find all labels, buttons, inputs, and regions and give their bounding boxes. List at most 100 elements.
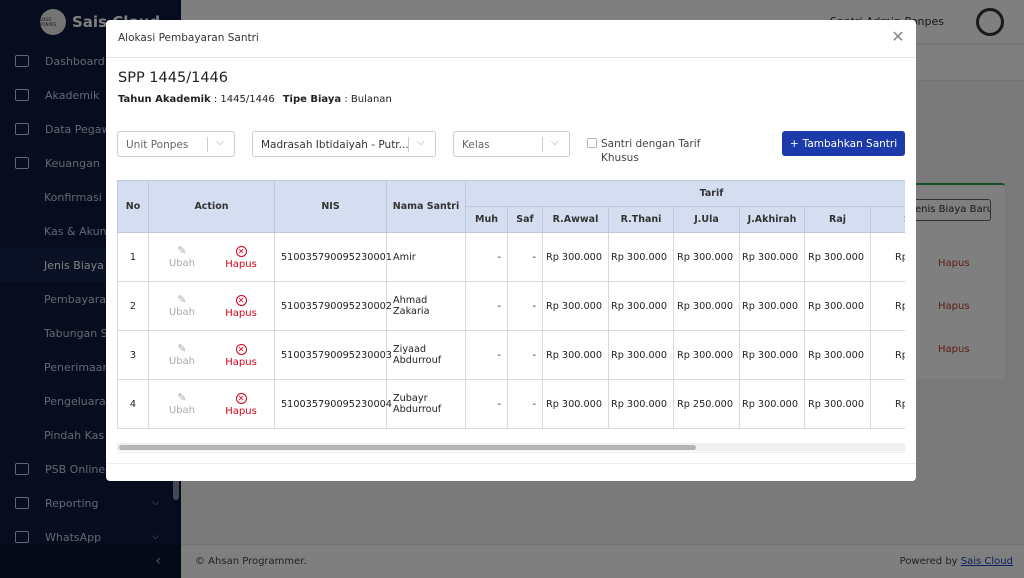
cell-tarif: Rp 300.000 bbox=[673, 330, 740, 380]
checkbox[interactable] bbox=[587, 138, 597, 148]
edit-button[interactable]: ✎ Ubah bbox=[160, 342, 204, 367]
col-nama: Nama Santri bbox=[386, 180, 466, 233]
cell-tarif: - bbox=[507, 232, 543, 282]
unit-select-value: Unit Ponpes bbox=[126, 139, 189, 151]
allocation-table: No Action NIS Nama Santri Tarif Muh Saf R.… bbox=[117, 180, 905, 429]
col-tarif-month: R.Awwal bbox=[542, 206, 609, 233]
cell-nis: 510035790095230002 bbox=[274, 281, 392, 331]
table-row: 3 ✎ Ubah ✕ Hapus 510035790095230003 Ziyaad … bbox=[117, 330, 905, 380]
cell-nama: Amir bbox=[386, 232, 466, 282]
unit-select[interactable]: Unit Ponpes ⌵ bbox=[117, 131, 235, 157]
cell-tarif: Rp 300.000 bbox=[608, 232, 674, 282]
delete-button[interactable]: ✕ Hapus bbox=[219, 344, 263, 368]
modal-title: Alokasi Pembayaran Santri bbox=[118, 32, 259, 44]
cell-tarif: - bbox=[507, 281, 543, 331]
delete-button[interactable]: ✕ Hapus bbox=[219, 393, 263, 417]
cell-tarif: Rp 300.000 bbox=[542, 281, 609, 331]
edit-label: Ubah bbox=[168, 258, 196, 269]
cell-action: ✎ Ubah ✕ Hapus bbox=[148, 379, 275, 429]
edit-button[interactable]: ✎ Ubah bbox=[160, 293, 204, 318]
cell-tarif: - bbox=[465, 281, 508, 331]
edit-button[interactable]: ✎ Ubah bbox=[160, 391, 204, 416]
close-icon[interactable]: ✕ bbox=[890, 29, 906, 45]
x-circle-icon: ✕ bbox=[235, 295, 247, 306]
delete-button[interactable]: ✕ Hapus bbox=[219, 295, 263, 319]
cell-tarif: Rp 300.000 bbox=[673, 281, 740, 331]
col-tarif-month: J.Akhirah bbox=[739, 206, 805, 233]
tahun-label: Tahun Akademik bbox=[118, 94, 211, 105]
add-santri-button[interactable]: + Tambahkan Santri bbox=[782, 131, 905, 156]
pencil-icon: ✎ bbox=[177, 342, 187, 355]
edit-button[interactable]: ✎ Ubah bbox=[160, 244, 204, 269]
cell-tarif: Rp 300.000 bbox=[542, 232, 609, 282]
tahun-value: : 1445/1446 bbox=[210, 94, 275, 105]
add-santri-label: Tambahkan Santri bbox=[802, 137, 898, 150]
fee-meta: Tahun Akademik : 1445/1446 Tipe Biaya : B… bbox=[118, 94, 392, 105]
cell-action: ✎ Ubah ✕ Hapus bbox=[148, 330, 275, 380]
cell-no: 3 bbox=[117, 330, 149, 380]
cell-tarif: - bbox=[507, 379, 543, 429]
cell-tarif: Rp 300.000 bbox=[608, 330, 674, 380]
delete-button[interactable]: ✕ Hapus bbox=[219, 246, 263, 270]
cell-tarif: Rp 300.000 bbox=[804, 379, 871, 429]
cell-tarif: Rp 300.000 bbox=[804, 330, 871, 380]
cell-nis: 510035790095230004 bbox=[274, 379, 392, 429]
cell-nis: 510035790095230003 bbox=[274, 330, 392, 380]
kelas-select[interactable]: Kelas ⌵ bbox=[453, 131, 570, 157]
x-circle-icon: ✕ bbox=[235, 246, 247, 257]
table-row: 1 ✎ Ubah ✕ Hapus 510035790095230001 Amir - - R… bbox=[117, 232, 905, 282]
pencil-icon: ✎ bbox=[177, 391, 187, 404]
plus-icon: + bbox=[789, 137, 799, 150]
col-tarif-month: Muh bbox=[465, 206, 508, 233]
cell-tarif: Rp 300.000 bbox=[870, 379, 905, 429]
cell-no: 2 bbox=[117, 281, 149, 331]
scrollbar-thumb[interactable] bbox=[119, 445, 696, 450]
cell-nama: Ziyaad Abdurrouf bbox=[386, 330, 466, 380]
cell-tarif: - bbox=[465, 330, 508, 380]
allocation-modal: Alokasi Pembayaran Santri ✕ SPP 1445/144… bbox=[106, 20, 916, 481]
table-row: 2 ✎ Ubah ✕ Hapus 510035790095230002 Ahmad Z… bbox=[117, 281, 905, 331]
pencil-icon: ✎ bbox=[177, 244, 187, 257]
special-rate-label: Santri dengan Tarif Khusus bbox=[601, 138, 701, 164]
edit-label: Ubah bbox=[168, 405, 196, 416]
table-row: 4 ✎ Ubah ✕ Hapus 510035790095230004 Zubayr … bbox=[117, 379, 905, 429]
col-no: No bbox=[117, 180, 149, 233]
cell-tarif: Rp 300.000 bbox=[870, 330, 905, 380]
cell-tarif: - bbox=[465, 232, 508, 282]
col-tarif-month: Sha bbox=[870, 206, 905, 233]
chevron-down-icon: ⌵ bbox=[216, 137, 224, 148]
x-circle-icon: ✕ bbox=[235, 344, 247, 355]
col-tarif-month: J.Ula bbox=[673, 206, 740, 233]
allocation-table-container[interactable]: No Action NIS Nama Santri Tarif Muh Saf R.… bbox=[117, 180, 905, 453]
tipe-label: Tipe Biaya bbox=[282, 94, 342, 105]
cell-nama: Ahmad Zakaria bbox=[386, 281, 466, 331]
modal-footer bbox=[106, 463, 916, 481]
col-tarif: Tarif bbox=[465, 180, 905, 207]
cell-tarif: Rp 300.000 bbox=[608, 379, 674, 429]
cell-action: ✎ Ubah ✕ Hapus bbox=[148, 232, 275, 282]
madrasah-select-value: Madrasah Ibtidaiyah - Putr... bbox=[261, 139, 409, 151]
x-circle-icon: ✕ bbox=[235, 393, 247, 404]
edit-label: Ubah bbox=[168, 307, 196, 318]
delete-label: Hapus bbox=[225, 406, 257, 417]
cell-tarif: Rp 300.000 bbox=[739, 330, 805, 380]
col-tarif-month: Saf bbox=[507, 206, 543, 233]
cell-no: 1 bbox=[117, 232, 149, 282]
col-action: Action bbox=[148, 180, 275, 233]
madrasah-select[interactable]: Madrasah Ibtidaiyah - Putr... ⌵ bbox=[252, 131, 436, 157]
cell-nis: 510035790095230001 bbox=[274, 232, 392, 282]
cell-tarif: Rp 300.000 bbox=[870, 232, 905, 282]
special-rate-checkbox[interactable]: Santri dengan Tarif Khusus bbox=[587, 137, 717, 165]
cell-tarif: Rp 300.000 bbox=[804, 281, 871, 331]
cell-tarif: Rp 300.000 bbox=[870, 281, 905, 331]
tipe-value: : Bulanan bbox=[341, 94, 392, 105]
cell-tarif: Rp 300.000 bbox=[739, 232, 805, 282]
edit-label: Ubah bbox=[168, 356, 196, 367]
cell-action: ✎ Ubah ✕ Hapus bbox=[148, 281, 275, 331]
cell-tarif: Rp 300.000 bbox=[673, 232, 740, 282]
cell-tarif: Rp 300.000 bbox=[739, 281, 805, 331]
cell-tarif: Rp 300.000 bbox=[739, 379, 805, 429]
table-horizontal-scrollbar[interactable] bbox=[117, 443, 905, 451]
delete-label: Hapus bbox=[225, 308, 257, 319]
col-tarif-month: R.Thani bbox=[608, 206, 674, 233]
